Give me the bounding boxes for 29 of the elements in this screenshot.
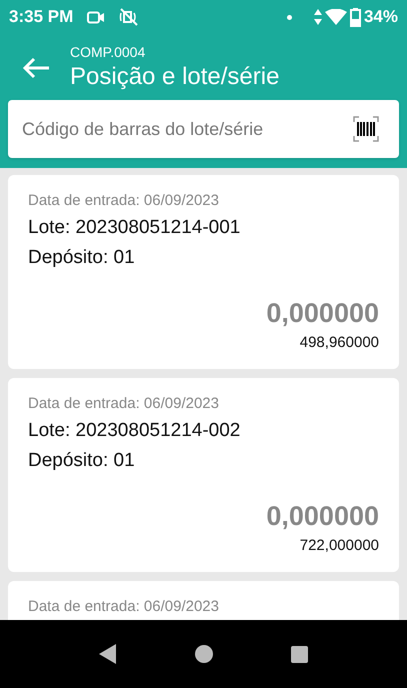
barcode-icon[interactable]: [353, 116, 379, 142]
back-nav-icon[interactable]: [99, 644, 117, 664]
search-field[interactable]: Código de barras do lote/série: [8, 100, 399, 158]
entry-date: Data de entrada: 06/09/2023: [28, 597, 220, 617]
entry-date: Data de entrada: 06/09/2023: [28, 394, 220, 414]
home-nav-icon[interactable]: [195, 645, 213, 663]
warehouse: Depósito: 01: [28, 449, 136, 473]
quantity: 0,000000: [266, 297, 379, 329]
balance: 498,960000: [300, 333, 379, 353]
wifi-icon: [324, 9, 347, 25]
back-arrow-icon[interactable]: [22, 57, 50, 79]
lot-card[interactable]: Data de entrada: 06/09/2023 Lote: 202308051214-002 Depósito: 01 0,000000 722,000000: [8, 378, 399, 572]
battery-percentage: 34%: [364, 6, 398, 28]
quantity: 0,000000: [266, 500, 379, 532]
lot-number: Lote: 202308051214-001: [28, 216, 242, 240]
page-title: Posição e lote/série: [70, 62, 280, 92]
muted-vibrate-icon: [119, 8, 140, 26]
lot-card[interactable]: Data de entrada: 06/09/2023 Lote: 202308051214-001 Depósito: 01 0,000000 498,960000: [8, 175, 399, 369]
balance: 722,000000: [300, 536, 379, 556]
lot-card[interactable]: Data de entrada: 06/09/2023: [8, 581, 399, 620]
status-time: 3:35 PM: [9, 6, 74, 28]
data-arrows-icon: [314, 9, 322, 25]
entry-date: Data de entrada: 06/09/2023: [28, 191, 220, 211]
recents-nav-icon[interactable]: [291, 646, 308, 662]
header-subtitle: COMP.0004: [70, 43, 146, 61]
warehouse: Depósito: 01: [28, 246, 136, 270]
lot-number: Lote: 202308051214-002: [28, 419, 242, 443]
video-camera-icon: [87, 10, 106, 24]
battery-icon: [350, 8, 361, 26]
